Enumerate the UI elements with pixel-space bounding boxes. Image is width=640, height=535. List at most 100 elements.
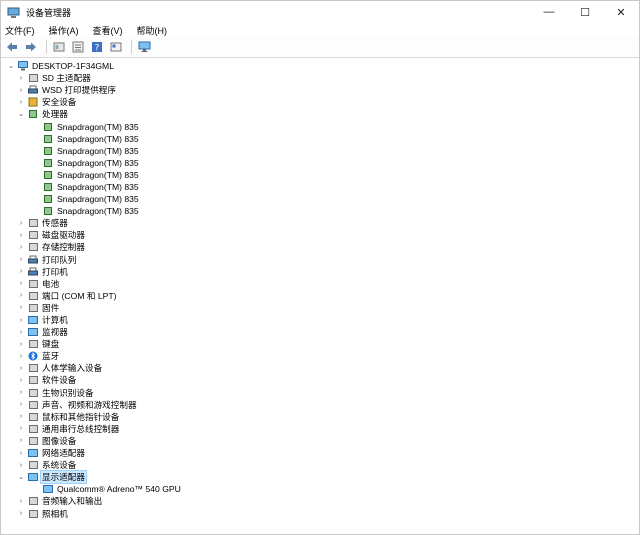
tree-device[interactable]: Snapdragon(TM) 835 [1,193,639,205]
svg-text:?: ? [95,44,100,54]
tree-category-label: 端口 (COM 和 LPT) [42,290,117,301]
tree-category[interactable]: › 磁盘驱动器 [1,229,639,241]
expand-arrow-icon[interactable]: › [16,509,26,519]
expand-arrow-icon[interactable]: › [16,436,26,446]
expand-arrow-icon[interactable]: › [16,267,26,277]
expand-arrow-icon[interactable]: › [16,255,26,265]
expand-arrow-icon[interactable]: › [16,85,26,95]
tree-category[interactable]: › 打印机 [1,266,639,278]
device-manager-window: 设备管理器 — ☐ ✕ 文件(F) 操作(A) 查看(V) 帮助(H) ? ⌄ … [0,0,640,535]
tree-category-label: SD 主适配器 [42,73,91,84]
tree-category[interactable]: › 声音、视频和游戏控制器 [1,399,639,411]
tree-category[interactable]: › 打印队列 [1,254,639,266]
tree-category[interactable]: › 固件 [1,302,639,314]
expand-arrow-icon[interactable]: › [16,375,26,385]
tree-category[interactable]: › 键盘 [1,338,639,350]
expand-arrow-icon[interactable]: › [16,242,26,252]
expand-arrow-icon[interactable]: › [16,448,26,458]
view-icon[interactable] [70,39,86,55]
expand-arrow-icon[interactable]: › [16,339,26,349]
expand-arrow-icon[interactable]: › [16,400,26,410]
expand-arrow-icon[interactable]: › [16,73,26,83]
tree-device[interactable]: Qualcomm® Adreno™ 540 GPU [1,483,639,495]
expand-arrow-icon[interactable]: › [16,496,26,506]
tree-category[interactable]: › 监视器 [1,326,639,338]
tree-device[interactable]: Snapdragon(TM) 835 [1,120,639,132]
details-icon[interactable] [108,39,124,55]
tree-device-label: Snapdragon(TM) 835 [57,181,139,192]
tree-category[interactable]: › 电池 [1,278,639,290]
forward-icon[interactable] [23,39,39,55]
tree-category[interactable]: › 软件设备 [1,374,639,386]
sensor-icon [28,218,38,228]
menu-view[interactable]: 查看(V) [93,24,123,37]
tree-category[interactable]: › 通用串行总线控制器 [1,423,639,435]
tree-category[interactable]: › 生物识别设备 [1,387,639,399]
expand-arrow-icon[interactable]: › [16,279,26,289]
expand-arrow-icon[interactable]: › [16,97,26,107]
menu-action[interactable]: 操作(A) [49,24,79,37]
back-icon[interactable] [4,39,20,55]
tree-category[interactable]: › 鼠标和其他指针设备 [1,411,639,423]
tree-category[interactable]: › 人体学输入设备 [1,362,639,374]
tree-device[interactable]: Snapdragon(TM) 835 [1,181,639,193]
tree-category[interactable]: › 计算机 [1,314,639,326]
tree-category-label: 生物识别设备 [42,387,94,398]
tree-category[interactable]: › 安全设备 [1,96,639,108]
tree-category-label: 键盘 [42,339,60,350]
tree-category[interactable]: ⌄ 处理器 [1,108,639,120]
tree-device[interactable]: Snapdragon(TM) 835 [1,205,639,217]
tree-device[interactable]: Snapdragon(TM) 835 [1,157,639,169]
tree-category[interactable]: › 传感器 [1,217,639,229]
expand-arrow-icon[interactable]: › [16,460,26,470]
expand-arrow-icon[interactable]: › [16,424,26,434]
expand-arrow-icon[interactable]: › [16,218,26,228]
expand-arrow-icon[interactable]: › [16,327,26,337]
software-icon [28,375,38,385]
properties-icon[interactable] [51,39,67,55]
help-icon[interactable]: ? [89,39,105,55]
tree-category[interactable]: ⌄ 显示适配器 [1,470,639,485]
tree-device[interactable]: Snapdragon(TM) 835 [1,169,639,181]
sd-icon [28,73,38,83]
tree-category-label: 固件 [42,302,60,313]
tree-category-label: 电池 [42,278,60,289]
expand-arrow-icon[interactable]: › [16,351,26,361]
collapse-arrow-icon[interactable]: ⌄ [16,472,26,482]
expand-arrow-icon[interactable]: › [16,230,26,240]
tree-category[interactable]: › SD 主适配器 [1,72,639,84]
tree-category-label: 安全设备 [42,97,77,108]
tree-category[interactable]: › WSD 打印提供程序 [1,84,639,96]
cpu-icon [43,122,53,132]
expand-arrow-icon[interactable]: › [16,315,26,325]
tree-category[interactable]: › 网络适配器 [1,447,639,459]
tree-category-label: 磁盘驱动器 [42,230,85,241]
expand-arrow-icon[interactable]: › [16,412,26,422]
expand-arrow-icon[interactable]: › [16,363,26,373]
expand-arrow-icon[interactable]: › [16,303,26,313]
tree-category[interactable]: › 图像设备 [1,435,639,447]
battery-icon [28,279,38,289]
collapse-arrow-icon[interactable]: ⌄ [16,109,26,119]
tree-category[interactable]: › 蓝牙 [1,350,639,362]
minimize-button[interactable]: — [531,1,567,23]
tree-device[interactable]: Snapdragon(TM) 835 [1,145,639,157]
tree-category[interactable]: › 端口 (COM 和 LPT) [1,290,639,302]
tree-root[interactable]: ⌄ DESKTOP-1F34GML [1,60,639,72]
expand-arrow-icon[interactable]: › [16,388,26,398]
tree-category[interactable]: › 照相机 [1,507,639,519]
tree-device[interactable]: Snapdragon(TM) 835 [1,133,639,145]
disk-icon [28,230,38,240]
tree-category[interactable]: › 系统设备 [1,459,639,471]
maximize-button[interactable]: ☐ [567,1,603,23]
monitor-icon[interactable] [136,39,152,55]
menu-file[interactable]: 文件(F) [5,24,35,37]
menu-help[interactable]: 帮助(H) [137,24,168,37]
expand-arrow-icon[interactable]: › [16,291,26,301]
collapse-arrow-icon[interactable]: ⌄ [6,61,16,71]
close-button[interactable]: ✕ [603,1,639,23]
tree-category[interactable]: › 音频输入和输出 [1,495,639,507]
tree-category[interactable]: › 存储控制器 [1,241,639,253]
